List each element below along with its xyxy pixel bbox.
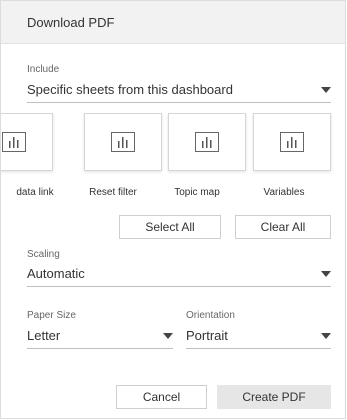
dialog-header: Download PDF: [1, 1, 345, 44]
include-label: Include: [27, 64, 60, 75]
chevron-down-icon: [321, 87, 331, 93]
sheet-name: data link: [16, 187, 54, 198]
bar-chart-icon: [111, 132, 135, 152]
bar-chart-icon: [2, 132, 26, 152]
sheet-thumbnail[interactable]: [1, 113, 53, 171]
orientation-select[interactable]: Portrait: [186, 325, 331, 349]
sheet-name: Topic map: [174, 187, 220, 198]
create-pdf-button[interactable]: Create PDF: [217, 385, 331, 409]
orientation-label: Orientation: [186, 310, 235, 321]
select-all-button[interactable]: Select All: [119, 215, 221, 239]
scaling-select[interactable]: Automatic: [27, 263, 331, 287]
sheet-name: Reset filter: [89, 187, 137, 198]
paper-size-select[interactable]: Letter: [27, 325, 173, 349]
download-pdf-dialog: Download PDF Include Specific sheets fro…: [0, 0, 346, 419]
sheet-item-variables[interactable]: Variables: [253, 113, 333, 205]
sheet-thumbnails: data link Reset filter Topic map Variabl…: [1, 113, 347, 205]
bar-chart-icon: [195, 132, 219, 152]
sheet-item-reset-filter[interactable]: Reset filter: [84, 113, 164, 205]
cancel-button[interactable]: Cancel: [116, 385, 207, 409]
orientation-value: Portrait: [186, 328, 228, 343]
include-value: Specific sheets from this dashboard: [27, 82, 233, 97]
chevron-down-icon: [321, 271, 331, 277]
sheet-thumbnail[interactable]: [168, 113, 246, 171]
paper-size-value: Letter: [27, 328, 61, 343]
sheet-thumbnail[interactable]: [84, 113, 162, 171]
bar-chart-icon: [280, 132, 304, 152]
sheet-thumbnail[interactable]: [253, 113, 331, 171]
paper-size-label: Paper Size: [27, 310, 76, 321]
include-select[interactable]: Specific sheets from this dashboard: [27, 79, 331, 103]
sheet-name: Variables: [263, 187, 305, 198]
dialog-title: Download PDF: [27, 15, 115, 30]
scaling-value: Automatic: [27, 266, 85, 281]
sheet-item-data-link[interactable]: data link: [1, 113, 55, 205]
clear-all-button[interactable]: Clear All: [235, 215, 331, 239]
scaling-label: Scaling: [27, 249, 60, 260]
sheet-item-topic-map[interactable]: Topic map: [168, 113, 248, 205]
chevron-down-icon: [321, 333, 331, 339]
chevron-down-icon: [163, 333, 173, 339]
